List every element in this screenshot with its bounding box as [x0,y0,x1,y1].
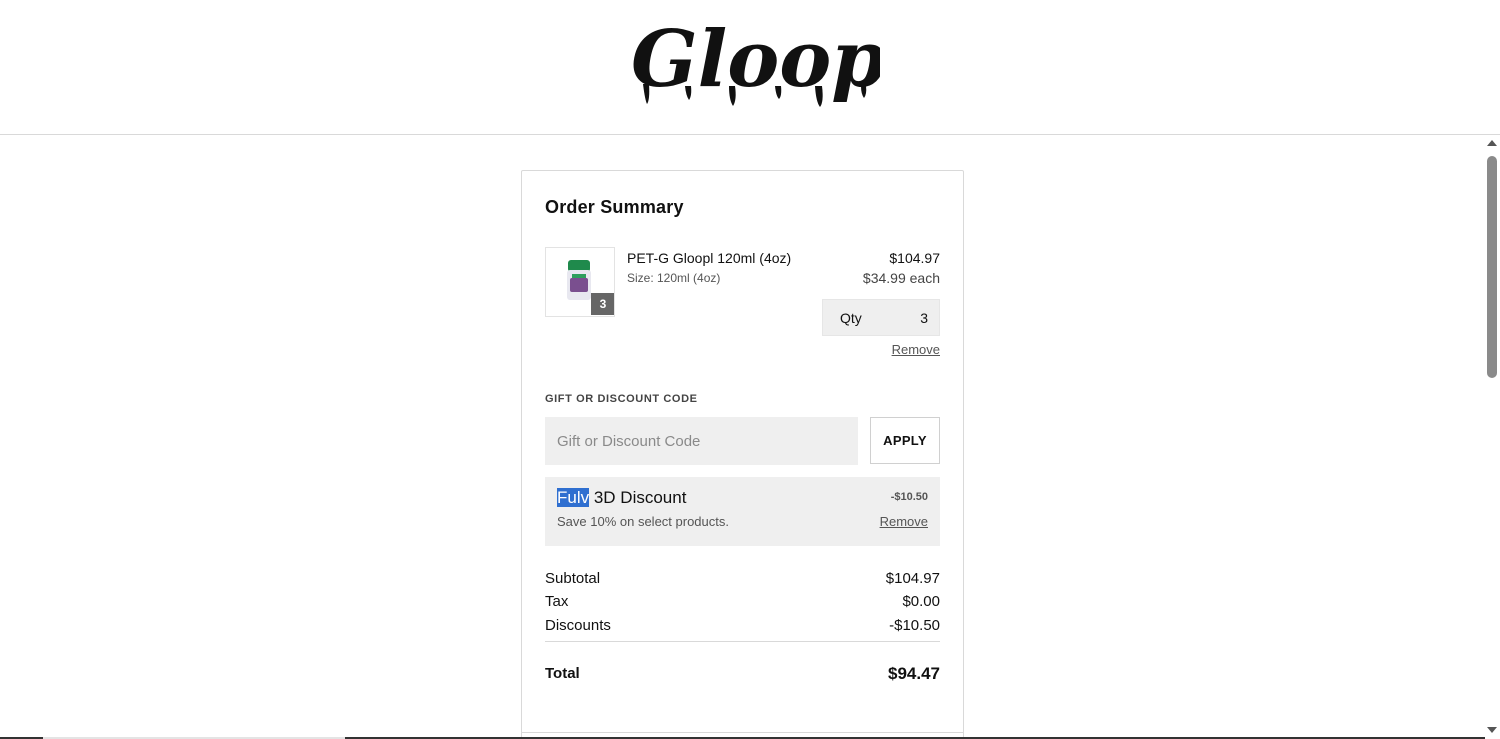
discount-name: Fulv 3D Discount [557,488,686,508]
subtotal-label: Subtotal [545,570,601,587]
quantity-value[interactable]: 3 [920,310,928,326]
product-name: PET-G Gloopl 120ml (4oz) [627,250,792,266]
discounts-label: Discounts [545,617,611,634]
order-summary-card: Order Summary 3 PET-G Gloopl 120ml (4oz)… [521,170,964,739]
subtotal-value: $104.97 [885,570,940,587]
scroll-down-arrow-icon[interactable] [1487,727,1497,733]
discount-name-rest: 3D Discount [589,488,687,507]
filament-jar-icon [567,260,591,300]
total-label: Total [545,665,580,682]
gloop-logo-graphic: Gloop! [631,14,880,107]
card-bottom-divider [522,732,963,733]
scrollbar-thumb[interactable] [1487,156,1497,378]
product-unit-price: $34.99 each [862,270,940,286]
total-value: $94.47 [888,664,940,683]
discount-code-label: GIFT OR DISCOUNT CODE [545,393,698,405]
product-size: Size: 120ml (4oz) [627,271,721,285]
discount-amount: -$10.50 [890,491,928,503]
gloop-logo[interactable]: Gloop! [625,14,880,114]
product-total-price: $104.97 [889,250,940,266]
site-header: Gloop! [0,0,1500,135]
applied-discount: Fulv 3D Discount Save 10% on select prod… [545,477,940,546]
tax-value: $0.00 [902,593,940,610]
quantity-label: Qty [840,310,862,326]
order-summary-title: Order Summary [545,197,684,217]
tax-label: Tax [545,593,569,610]
apply-code-button[interactable]: APPLY [870,417,940,464]
discounts-value: -$10.50 [889,617,940,634]
discount-name-selected-text: Fulv [557,488,590,507]
scroll-up-arrow-icon[interactable] [1487,140,1497,146]
discount-description: Save 10% on select products. [557,514,729,529]
page-scrollbar[interactable] [1484,136,1500,739]
remove-discount-link[interactable]: Remove [880,514,928,529]
discount-code-input[interactable] [545,417,858,465]
remove-item-link[interactable]: Remove [892,342,940,357]
logo-wordmark: Gloop! [631,14,880,105]
totals-divider [545,641,940,642]
quantity-badge: 3 [591,293,614,315]
product-thumbnail: 3 [545,247,615,317]
quantity-selector[interactable]: Qty 3 [822,299,940,336]
